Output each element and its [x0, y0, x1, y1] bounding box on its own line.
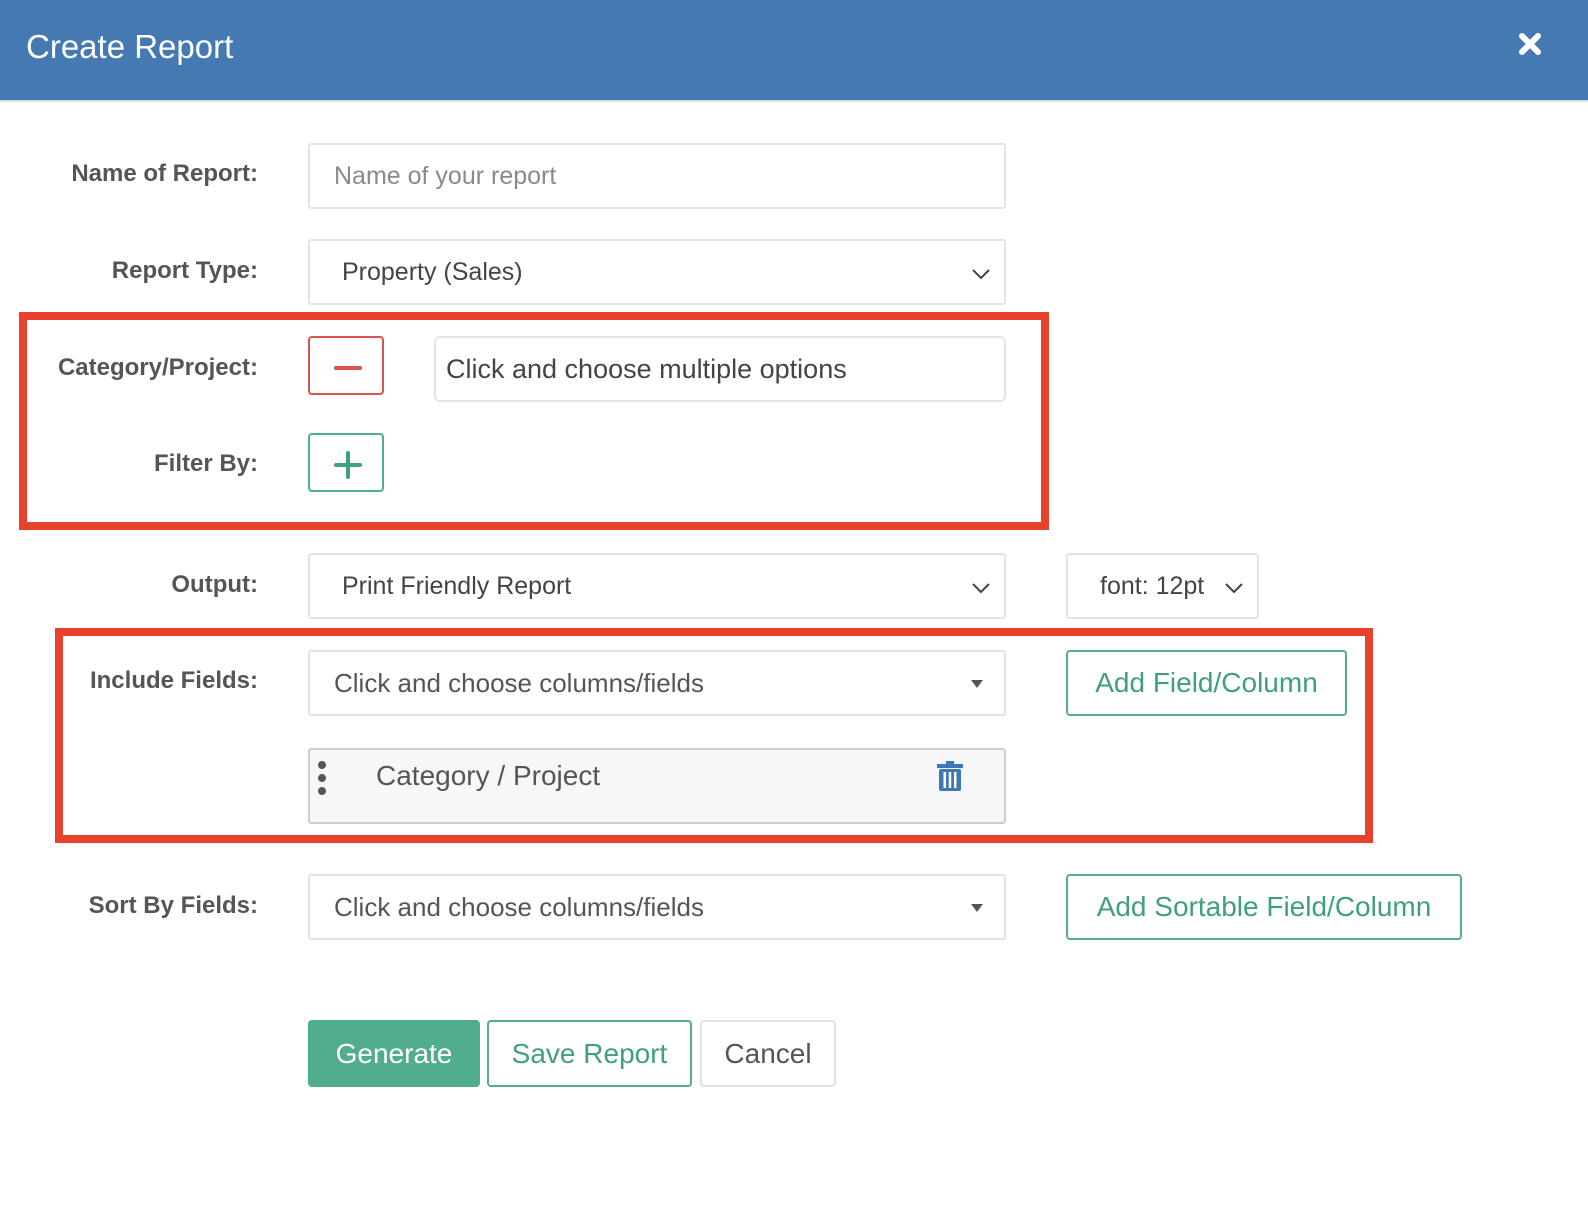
sort-fields-select[interactable]: Click and choose columns/fields	[308, 874, 1006, 940]
create-report-dialog: Create Report Name of Report: Report Typ…	[0, 0, 1588, 1216]
output-select[interactable]: Print Friendly Report	[308, 553, 1006, 619]
report-type-select[interactable]: Property (Sales)	[308, 239, 1006, 305]
chevron-down-icon	[972, 269, 990, 280]
sort-fields-placeholder: Click and choose columns/fields	[334, 891, 704, 922]
report-type-label: Report Type:	[111, 257, 258, 284]
chevron-down-icon	[1225, 583, 1243, 594]
save-report-button[interactable]: Save Report	[487, 1020, 692, 1087]
sort-by-fields-label: Sort By Fields:	[88, 892, 258, 919]
generate-button[interactable]: Generate	[308, 1020, 480, 1087]
report-name-input[interactable]	[308, 143, 1006, 209]
chevron-down-icon	[972, 583, 990, 594]
add-sortable-field-button[interactable]: Add Sortable Field/Column	[1066, 874, 1462, 940]
highlight-box-include-fields	[55, 628, 1373, 843]
report-type-value: Property (Sales)	[342, 257, 523, 286]
name-of-report-label: Name of Report:	[71, 160, 258, 187]
output-value: Print Friendly Report	[342, 571, 572, 600]
close-icon	[1519, 33, 1541, 55]
close-button[interactable]	[1512, 26, 1548, 62]
font-size-select[interactable]: font: 12pt	[1066, 553, 1259, 619]
cancel-button[interactable]: Cancel	[700, 1020, 836, 1087]
font-size-value: font: 12pt	[1100, 571, 1205, 600]
output-label: Output:	[171, 571, 258, 598]
dialog-header: Create Report	[0, 0, 1588, 102]
dialog-title: Create Report	[26, 28, 234, 65]
caret-down-icon	[971, 904, 983, 912]
highlight-box-category-filter	[19, 312, 1049, 530]
